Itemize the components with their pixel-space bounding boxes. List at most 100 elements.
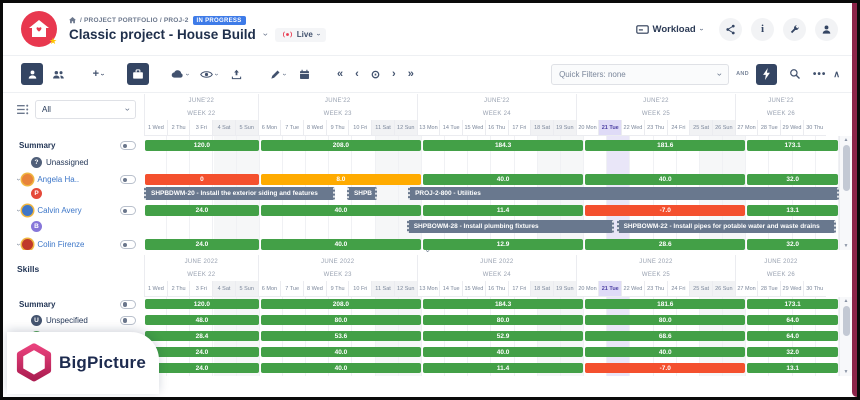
day-cell[interactable]: 24 Fri [667, 120, 690, 136]
row-toggle-switch[interactable] [120, 206, 136, 215]
workload-bar[interactable]: 32.0 [747, 347, 838, 357]
teams-view-button[interactable] [47, 63, 69, 85]
workload-bar[interactable]: 80.0 [585, 315, 745, 325]
add-button[interactable]: +› [87, 63, 109, 85]
visibility-button[interactable]: › [196, 63, 221, 85]
resources-view-button[interactable] [21, 63, 43, 85]
filter-operator-label[interactable]: AND [736, 71, 749, 77]
workload-bar[interactable]: 80.0 [261, 315, 421, 325]
workload-bar[interactable]: 40.0 [261, 347, 421, 357]
prev-button[interactable]: ‹ [351, 68, 363, 80]
day-cell[interactable]: 23 Thu [644, 120, 667, 136]
scroll-up-icon[interactable]: ▲ [844, 137, 849, 143]
workload-bar[interactable]: 120.0 [145, 140, 259, 151]
workload-bar[interactable]: 24.0 [145, 347, 259, 357]
row-label[interactable]: Angela Ha.. [37, 175, 79, 184]
day-cell-today[interactable]: 21 Tue [598, 120, 621, 136]
day-cell[interactable]: 27 Mon [735, 120, 758, 136]
workload-bar[interactable]: 52.9 [423, 331, 583, 341]
day-cell[interactable]: 2 Thu [167, 281, 190, 297]
workload-bar[interactable]: 208.0 [261, 299, 421, 309]
day-cell[interactable]: 23 Thu [644, 281, 667, 297]
day-cell[interactable]: 25 Sat [689, 120, 712, 136]
day-cell[interactable]: 8 Wed [303, 281, 326, 297]
workload-bar[interactable]: 53.6 [261, 331, 421, 341]
title-chevron-icon[interactable]: › [261, 33, 270, 36]
day-cell[interactable]: 10 Fri [348, 120, 371, 136]
day-cell[interactable]: 4 Sat [212, 120, 235, 136]
vertical-scrollbar[interactable]: ▲ ▼ [839, 297, 852, 376]
search-button[interactable] [784, 63, 806, 85]
day-cell[interactable]: 5 Sun [235, 281, 258, 297]
day-cell[interactable]: 24 Fri [667, 281, 690, 297]
workload-bar[interactable]: 40.0 [261, 363, 421, 373]
workload-bar[interactable]: 181.6 [585, 140, 745, 151]
scroll-up-icon[interactable]: ▲ [844, 298, 849, 304]
workload-bar[interactable]: 13.1 [747, 205, 838, 216]
day-cell[interactable]: 2 Thu [167, 120, 190, 136]
workload-bar[interactable]: 40.0 [585, 174, 745, 185]
day-cell[interactable]: 6 Mon [258, 281, 281, 297]
task-bar[interactable]: SHPBDWM-20 - Install the exterior siding… [144, 187, 335, 200]
day-cell[interactable]: 15 Wed [462, 281, 485, 297]
day-cell[interactable]: 11 Sat [371, 120, 394, 136]
workload-bar[interactable]: 40.0 [423, 347, 583, 357]
day-cell[interactable]: 28 Tue [757, 120, 780, 136]
share-button[interactable] [719, 18, 742, 41]
day-cell[interactable]: 20 Mon [576, 120, 599, 136]
day-cell[interactable]: 19 Sun [553, 120, 576, 136]
workload-bar[interactable]: 8.0 [261, 174, 421, 185]
task-bar[interactable]: PROJ-2-800 - Utilities [408, 187, 839, 200]
live-toggle[interactable]: Live › [275, 28, 326, 42]
workload-bar[interactable]: 11.4 [423, 205, 583, 216]
row-toggle-switch[interactable] [120, 316, 136, 325]
day-cell[interactable]: 11 Sat [371, 281, 394, 297]
day-cell[interactable]: 29 Wed [780, 281, 803, 297]
calendar-button[interactable] [293, 63, 315, 85]
workload-bar[interactable]: 120.0 [145, 299, 259, 309]
day-cell[interactable]: 26 Sun [712, 120, 735, 136]
day-cell[interactable]: 10 Fri [348, 281, 371, 297]
day-cell[interactable]: 27 Mon [735, 281, 758, 297]
day-cell[interactable]: 1 Wed [144, 120, 167, 136]
list-filter-icon[interactable] [17, 104, 29, 115]
row-expand-chevron-icon[interactable]: › [15, 209, 22, 211]
scroll-down-icon[interactable]: ▼ [844, 369, 849, 375]
day-cell[interactable]: 6 Mon [258, 120, 281, 136]
row-expand-chevron-icon[interactable]: › [15, 178, 22, 180]
workload-bar[interactable]: -7.0 [585, 205, 745, 216]
user-profile-button[interactable] [815, 18, 838, 41]
edit-pen-button[interactable]: › [266, 63, 289, 85]
day-cell-today[interactable]: 21 Tue [598, 281, 621, 297]
task-bar[interactable]: SHPB [347, 187, 377, 200]
workload-bar[interactable]: 64.0 [747, 331, 838, 341]
workload-bar[interactable]: 28.4 [145, 331, 259, 341]
day-cell[interactable]: 3 Fri [189, 120, 212, 136]
workload-bar[interactable]: 48.0 [145, 315, 259, 325]
day-cell[interactable]: 29 Wed [780, 120, 803, 136]
day-cell[interactable]: 30 Thu [803, 281, 826, 297]
day-cell[interactable]: 15 Wed [462, 120, 485, 136]
workload-bar[interactable]: 24.0 [145, 363, 259, 373]
workload-bar[interactable]: 184.3 [423, 299, 583, 309]
day-cell[interactable]: 1 Wed [144, 281, 167, 297]
day-cell[interactable]: 14 Tue [439, 281, 462, 297]
day-cell[interactable]: 25 Sat [689, 281, 712, 297]
day-cell[interactable]: 20 Mon [576, 281, 599, 297]
jump-first-button[interactable]: « [333, 68, 347, 80]
day-cell[interactable]: 22 Wed [621, 120, 644, 136]
task-bar[interactable]: SHPBOWM-22 - Install pipes for potable w… [617, 220, 837, 233]
quick-filters-select[interactable]: Quick Filters: none › [551, 64, 729, 85]
resource-filter-select[interactable]: All › [35, 100, 136, 119]
day-cell[interactable]: 12 Sun [394, 281, 417, 297]
workload-bar[interactable]: 11.4 [423, 363, 583, 373]
day-cell[interactable]: 16 Thu [485, 120, 508, 136]
day-cell[interactable]: 5 Sun [235, 120, 258, 136]
vertical-scrollbar[interactable]: ▲ ▼ [839, 136, 852, 250]
workload-bar[interactable]: 68.6 [585, 331, 745, 341]
info-button[interactable]: i [751, 18, 774, 41]
day-cell[interactable]: 7 Tue [280, 120, 303, 136]
collapse-toolbar-button[interactable]: ∧ [833, 69, 840, 80]
workload-bar[interactable]: 13.1 [747, 363, 838, 373]
day-cell[interactable]: 28 Tue [757, 281, 780, 297]
